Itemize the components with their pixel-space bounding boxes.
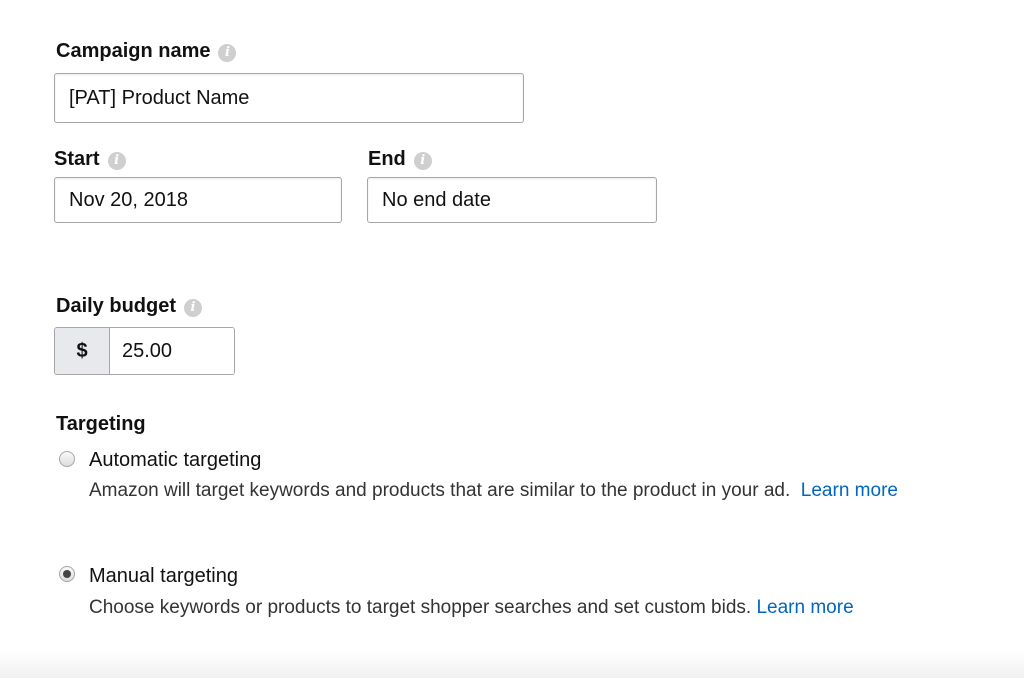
info-icon[interactable]: i xyxy=(218,44,237,62)
campaign-name-label: Campaign name i xyxy=(56,40,237,63)
automatic-targeting-description: Amazon will target keywords and products… xyxy=(89,475,989,506)
manual-targeting-radio[interactable] xyxy=(59,566,75,582)
end-date-label: End i xyxy=(368,148,432,171)
automatic-targeting-radio[interactable] xyxy=(59,451,75,467)
automatic-targeting-description-text: Amazon will target keywords and products… xyxy=(89,480,791,501)
manual-targeting-label[interactable]: Manual targeting xyxy=(89,565,238,588)
daily-budget-field: $ xyxy=(54,327,235,375)
automatic-targeting-label[interactable]: Automatic targeting xyxy=(89,449,261,472)
manual-targeting-description-text: Choose keywords or products to target sh… xyxy=(89,597,752,618)
info-icon[interactable]: i xyxy=(184,299,203,317)
radio-selected-dot xyxy=(63,570,71,578)
start-date-input[interactable] xyxy=(54,177,342,223)
end-date-input[interactable] xyxy=(367,177,657,223)
targeting-heading: Targeting xyxy=(56,413,146,435)
manual-targeting-description: Choose keywords or products to target sh… xyxy=(89,592,1009,623)
campaign-name-input[interactable] xyxy=(54,73,524,123)
automatic-targeting-learn-more-link[interactable]: Learn more xyxy=(801,480,898,501)
info-icon[interactable]: i xyxy=(107,152,126,170)
info-icon[interactable]: i xyxy=(413,152,432,170)
currency-symbol: $ xyxy=(55,328,110,374)
bottom-divider xyxy=(0,650,1024,678)
manual-targeting-learn-more-link[interactable]: Learn more xyxy=(756,597,853,618)
daily-budget-input[interactable] xyxy=(110,328,234,374)
campaign-name-label-text: Campaign name xyxy=(56,40,211,62)
daily-budget-label-text: Daily budget xyxy=(56,295,177,317)
start-date-label: Start i xyxy=(54,148,126,171)
daily-budget-label: Daily budget i xyxy=(56,295,203,318)
end-date-label-text: End xyxy=(368,148,406,170)
start-date-label-text: Start xyxy=(54,148,100,170)
